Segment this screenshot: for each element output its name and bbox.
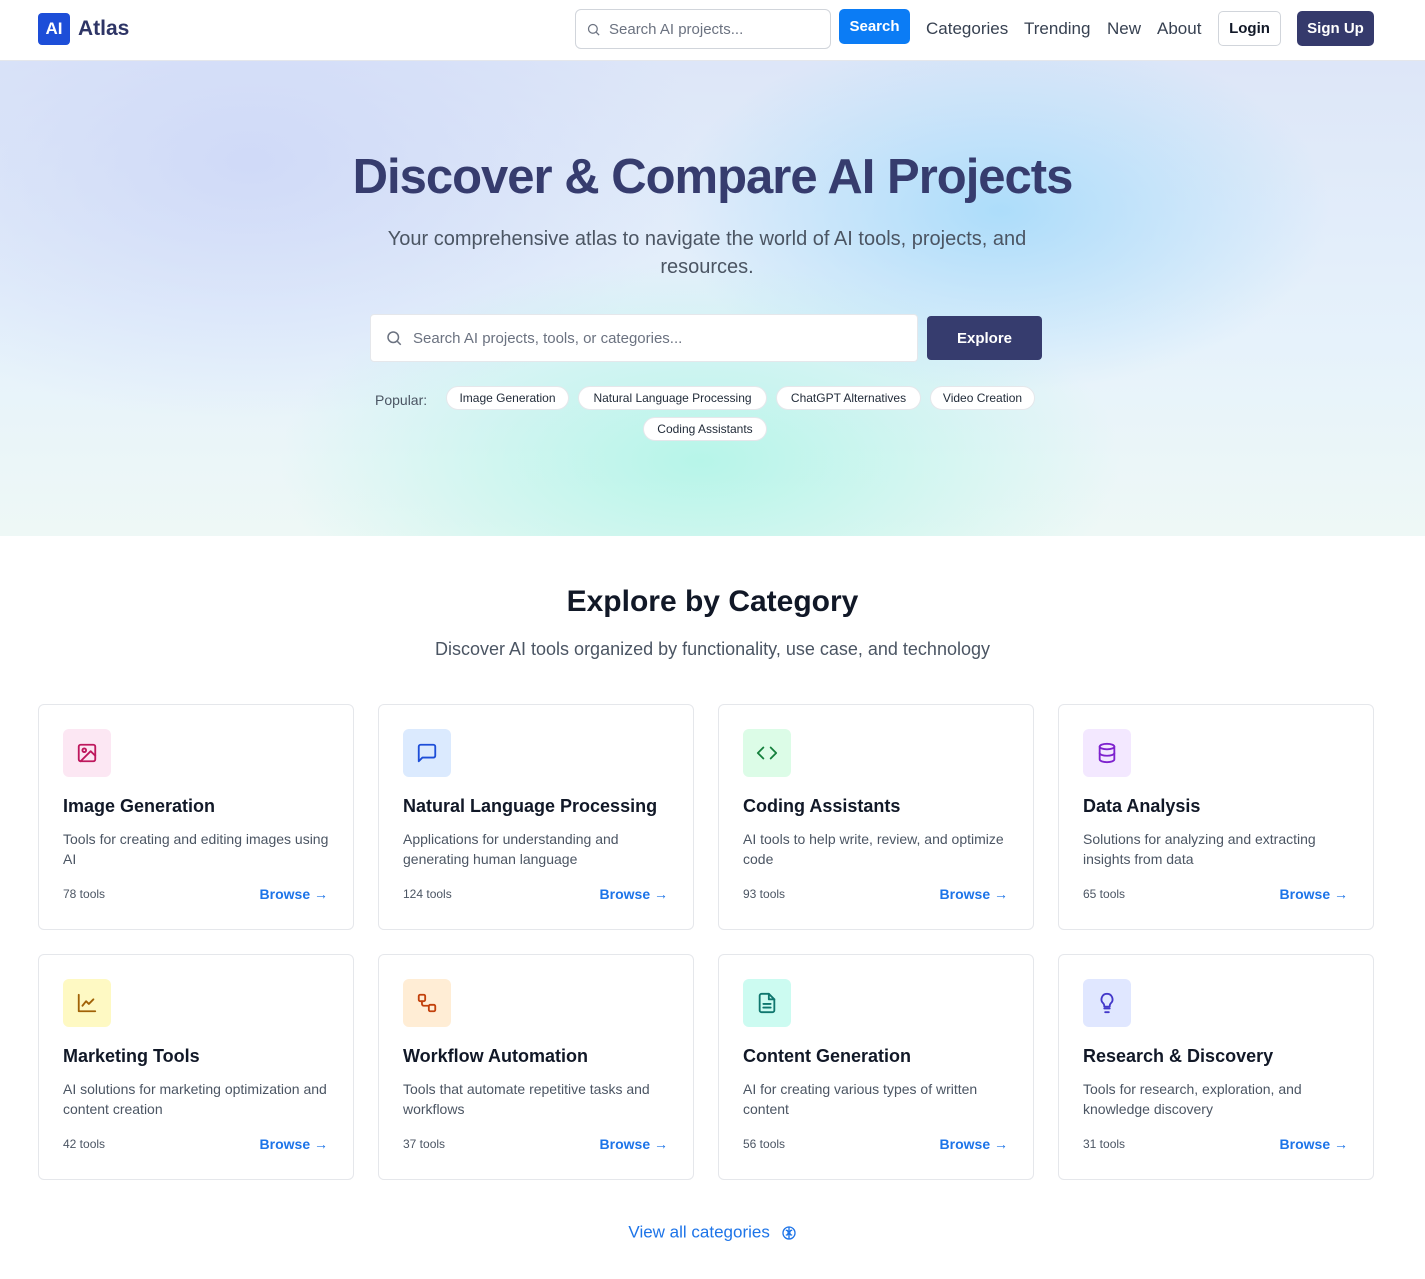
card-tool-count: 93 tools: [743, 887, 786, 901]
card-title: Natural Language Processing: [403, 796, 658, 816]
lightbulb-icon: [1083, 979, 1131, 1027]
category-card-workflow-automation[interactable]: Workflow Automation Tools that automate …: [378, 954, 694, 1180]
hero-section: Discover & Compare AI Projects Your comp…: [0, 61, 1425, 536]
browse-link[interactable]: Browse →: [1280, 1136, 1348, 1152]
card-tool-count: 31 tools: [1083, 1137, 1126, 1151]
logo-text: Atlas: [78, 17, 130, 40]
category-card-content-generation[interactable]: Content Generation AI for creating vario…: [718, 954, 1034, 1180]
image-icon: [63, 729, 111, 777]
database-icon: [1083, 729, 1131, 777]
card-description: Solutions for analyzing and extracting i…: [1083, 831, 1316, 867]
browse-link[interactable]: Browse →: [1280, 886, 1348, 902]
card-tool-count: 56 tools: [743, 1137, 786, 1151]
popular-tag-image-generation[interactable]: Image Generation: [446, 386, 569, 410]
card-description: AI tools to help write, review, and opti…: [743, 831, 1004, 867]
nav-link-categories[interactable]: Categories: [926, 19, 1008, 39]
browse-link[interactable]: Browse →: [940, 1136, 1008, 1152]
card-tool-count: 124 tools: [403, 887, 452, 901]
hero-search-input[interactable]: [413, 329, 893, 347]
card-description: Tools for research, exploration, and kno…: [1083, 1081, 1302, 1117]
card-title: Coding Assistants: [743, 796, 901, 816]
category-card-research-discovery[interactable]: Research & Discovery Tools for research,…: [1058, 954, 1374, 1180]
card-tool-count: 42 tools: [63, 1137, 106, 1151]
card-description: Applications for understanding and gener…: [403, 831, 619, 867]
nav-search-button[interactable]: Search: [839, 9, 910, 44]
card-tool-count: 37 tools: [403, 1137, 446, 1151]
categories-subtitle: Discover AI tools organized by functiona…: [435, 639, 990, 659]
hero-subtitle: Your comprehensive atlas to navigate the…: [387, 228, 1027, 278]
brain-icon: [781, 1225, 796, 1240]
card-title: Data Analysis: [1083, 796, 1201, 816]
card-description: AI solutions for marketing optimization …: [63, 1081, 327, 1117]
logo-badge: AI: [38, 13, 70, 45]
card-description: Tools that automate repetitive tasks and…: [403, 1081, 650, 1117]
popular-tag-nlp[interactable]: Natural Language Processing: [578, 386, 767, 410]
category-card-image-generation[interactable]: Image Generation Tools for creating and …: [38, 704, 354, 930]
category-card-data-analysis[interactable]: Data Analysis Solutions for analyzing an…: [1058, 704, 1374, 930]
category-card-coding-assistants[interactable]: Coding Assistants AI tools to help write…: [718, 704, 1034, 930]
popular-label: Popular:: [375, 392, 428, 408]
view-all-categories-link[interactable]: View all categories: [0, 1222, 1425, 1243]
top-navbar: AI Atlas Search Categories Trending New …: [0, 0, 1425, 61]
popular-tag-chatgpt-alternatives[interactable]: ChatGPT Alternatives: [776, 386, 921, 410]
card-description: AI for creating various types of written…: [743, 1081, 978, 1117]
popular-tag-video-creation[interactable]: Video Creation: [930, 386, 1035, 410]
nav-link-trending[interactable]: Trending: [1024, 19, 1090, 39]
browse-link[interactable]: Browse →: [600, 886, 668, 902]
category-card-marketing-tools[interactable]: Marketing Tools AI solutions for marketi…: [38, 954, 354, 1180]
login-button[interactable]: Login: [1218, 11, 1281, 46]
nav-link-about[interactable]: About: [1157, 19, 1201, 39]
nav-search-input[interactable]: [609, 20, 819, 38]
card-title: Image Generation: [63, 796, 216, 816]
popular-tag-coding-assistants[interactable]: Coding Assistants: [643, 417, 767, 441]
workflow-icon: [403, 979, 451, 1027]
browse-link[interactable]: Browse →: [940, 886, 1008, 902]
hero-search-box: [370, 314, 918, 362]
document-icon: [743, 979, 791, 1027]
code-icon: [743, 729, 791, 777]
card-description: Tools for creating and editing images us…: [63, 831, 329, 867]
card-title: Research & Discovery: [1083, 1046, 1274, 1066]
card-title: Marketing Tools: [63, 1046, 200, 1066]
chat-bubble-icon: [403, 729, 451, 777]
nav-link-new[interactable]: New: [1107, 19, 1141, 39]
search-icon: [387, 331, 402, 346]
hero-title: Discover & Compare AI Projects: [352, 150, 1074, 204]
line-chart-icon: [63, 979, 111, 1027]
signup-button[interactable]: Sign Up: [1297, 11, 1374, 46]
card-tool-count: 78 tools: [63, 887, 106, 901]
browse-link[interactable]: Browse →: [600, 1136, 668, 1152]
categories-title: Explore by Category: [566, 585, 859, 618]
view-all-label: View all categories: [628, 1222, 770, 1242]
nav-search-box: [575, 9, 831, 49]
logo[interactable]: AI Atlas: [38, 13, 129, 45]
card-tool-count: 65 tools: [1083, 887, 1126, 901]
card-title: Content Generation: [743, 1046, 912, 1066]
search-icon: [587, 23, 600, 36]
browse-link[interactable]: Browse →: [260, 1136, 328, 1152]
browse-link[interactable]: Browse →: [260, 886, 328, 902]
explore-button[interactable]: Explore: [927, 316, 1042, 360]
card-title: Workflow Automation: [403, 1046, 588, 1066]
category-card-nlp[interactable]: Natural Language Processing Applications…: [378, 704, 694, 930]
